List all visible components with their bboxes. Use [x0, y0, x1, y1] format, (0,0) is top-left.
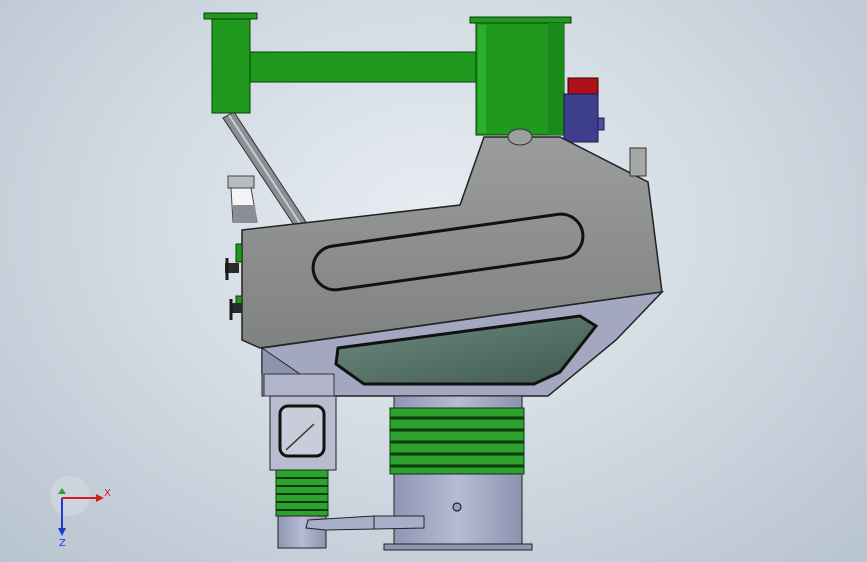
x-axis-label: X [104, 488, 111, 499]
cad-viewport[interactable]: X Z [0, 0, 867, 562]
inlet-cone[interactable] [227, 175, 258, 223]
side-handles[interactable] [225, 243, 243, 320]
sensor-fitting[interactable] [452, 502, 462, 512]
coordinate-triad: X Z [50, 476, 111, 549]
motor-unit[interactable] [563, 77, 605, 143]
z-axis-label: Z [59, 538, 66, 549]
green-ducting[interactable] [203, 12, 572, 136]
